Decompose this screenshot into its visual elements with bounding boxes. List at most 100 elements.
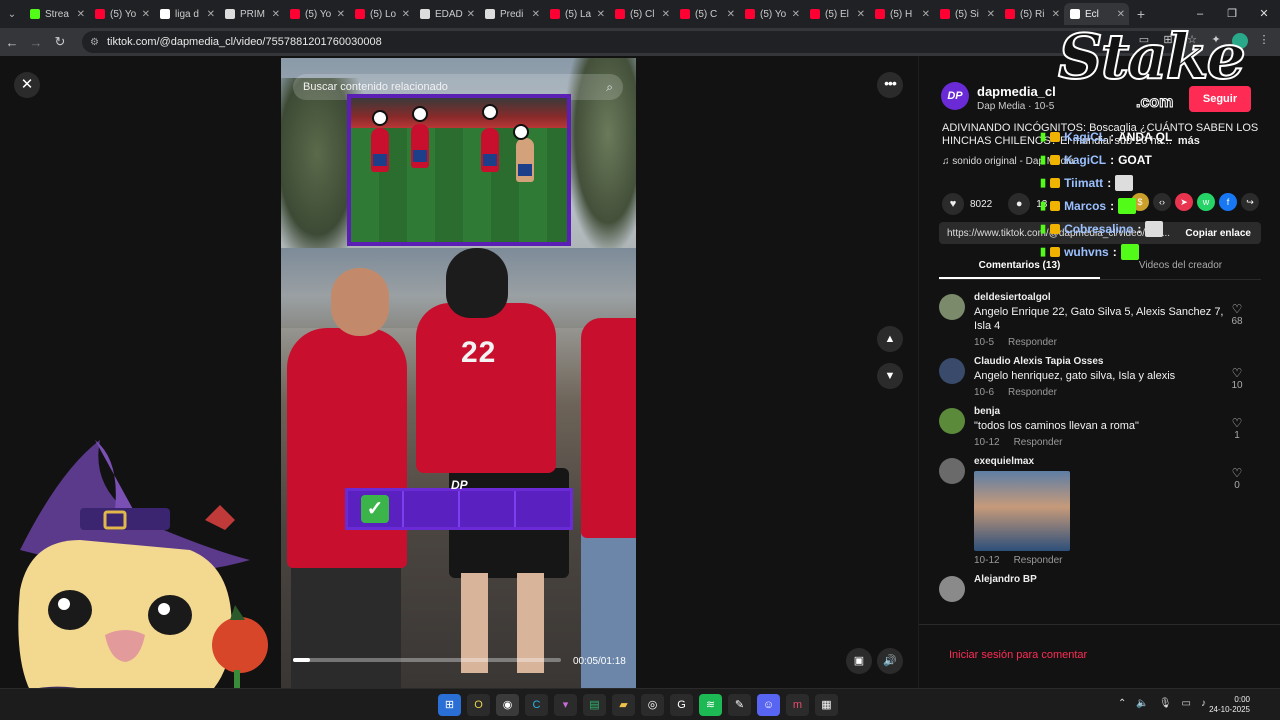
heart-icon[interactable]: ♡: [1227, 366, 1247, 380]
browser-tab[interactable]: (5) Yo ✕: [89, 3, 154, 25]
tab-close-icon[interactable]: ✕: [337, 9, 345, 20]
browser-tab[interactable]: (5) Yo ✕: [284, 3, 349, 25]
tab-close-icon[interactable]: ✕: [207, 9, 215, 20]
comment-text: Angelo henriquez, gato silva, Isla y ale…: [974, 370, 1176, 382]
discord-icon[interactable]: ☺: [757, 694, 780, 716]
tab-close-icon[interactable]: ✕: [662, 9, 670, 20]
comment-username[interactable]: deldesiertoalgol: [974, 292, 1224, 303]
tab-close-icon[interactable]: ✕: [272, 9, 280, 20]
heart-icon[interactable]: ♡: [1227, 416, 1247, 430]
ccleaner-icon[interactable]: C: [525, 694, 548, 716]
reply-button[interactable]: Responder: [1014, 437, 1063, 448]
browser-tab[interactable]: (5) Cl ✕: [609, 3, 674, 25]
mini-player-button[interactable]: ▣: [846, 648, 872, 674]
tab-close-icon[interactable]: ✕: [1052, 9, 1060, 20]
app-icon[interactable]: G: [670, 694, 693, 716]
browser-tab[interactable]: (5) La ✕: [544, 3, 609, 25]
reply-button[interactable]: Responder: [1014, 555, 1063, 566]
close-video-button[interactable]: ✕: [14, 72, 40, 98]
comment-username[interactable]: Alejandro BP: [974, 574, 1224, 585]
opera-icon[interactable]: O: [467, 694, 490, 716]
browser-tab[interactable]: (5) El ✕: [804, 3, 869, 25]
more-options-button[interactable]: •••: [877, 72, 903, 98]
tab-search-icon[interactable]: ⌄: [0, 0, 24, 28]
like-heart-icon[interactable]: ♥: [942, 193, 964, 215]
comment-avatar[interactable]: [939, 294, 965, 320]
comment-like[interactable]: ♡ 1: [1227, 416, 1247, 441]
heart-icon[interactable]: ♡: [1227, 466, 1247, 480]
browser-tab[interactable]: EDAD ✕: [414, 3, 479, 25]
author-avatar[interactable]: DP: [941, 82, 969, 110]
comment-image[interactable]: [974, 471, 1070, 551]
comment-like[interactable]: ♡ 0: [1227, 466, 1247, 491]
tab-close-icon[interactable]: ✕: [402, 9, 410, 20]
browser-tab[interactable]: (5) Ri ✕: [999, 3, 1064, 25]
tab-close-icon[interactable]: ✕: [597, 9, 605, 20]
comment-like[interactable]: ♡ 68: [1227, 302, 1247, 327]
tab-close-icon[interactable]: ✕: [77, 9, 85, 20]
clock[interactable]: 0:00 24-10-2025: [1209, 695, 1250, 715]
tab-close-icon[interactable]: ✕: [142, 9, 150, 20]
browser-tab[interactable]: liga d ✕: [154, 3, 219, 25]
tab-close-icon[interactable]: ✕: [857, 9, 865, 20]
progress-bar[interactable]: [293, 658, 561, 662]
tab-close-icon[interactable]: ✕: [1117, 9, 1125, 20]
comment-username[interactable]: benja: [974, 406, 1224, 417]
tab-close-icon[interactable]: ✕: [467, 9, 475, 20]
browser-tab[interactable]: PRIM ✕: [219, 3, 284, 25]
reply-button[interactable]: Responder: [1008, 387, 1057, 398]
author-name[interactable]: dapmedia_cl: [977, 84, 1056, 99]
tab-close-icon[interactable]: ✕: [792, 9, 800, 20]
menu-icon[interactable]: ⋮: [1256, 33, 1272, 49]
browser-tab[interactable]: (5) Yo ✕: [739, 3, 804, 25]
comment-avatar[interactable]: [939, 408, 965, 434]
browser-tab[interactable]: Strea ✕: [24, 3, 89, 25]
volume-icon[interactable]: ♪: [1201, 698, 1206, 709]
volume-button[interactable]: 🔊: [877, 648, 903, 674]
start-icon[interactable]: ⊞: [438, 694, 461, 716]
browser-tab[interactable]: Predi ✕: [479, 3, 544, 25]
app-icon[interactable]: ✎: [728, 694, 751, 716]
comment-like[interactable]: ♡ 10: [1227, 366, 1247, 391]
comment-username[interactable]: exequielmax: [974, 456, 1224, 467]
obs-icon[interactable]: ◎: [641, 694, 664, 716]
search-icon[interactable]: ⌕: [606, 80, 613, 95]
document-app-icon[interactable]: ▤: [583, 694, 606, 716]
comment-avatar[interactable]: [939, 458, 965, 484]
browser-tab[interactable]: (5) H ✕: [869, 3, 934, 25]
back-icon[interactable]: ←: [0, 35, 24, 50]
calculator-icon[interactable]: ▦: [815, 694, 838, 716]
video-player[interactable]: Buscar contenido relacionado ⌕ 22 ✓ DP 0…: [281, 58, 636, 688]
heart-icon[interactable]: ♡: [1227, 302, 1247, 316]
browser-tab[interactable]: (5) Si ✕: [934, 3, 999, 25]
app-icon[interactable]: ▾: [554, 694, 577, 716]
tab-close-icon[interactable]: ✕: [987, 9, 995, 20]
browser-tab[interactable]: (5) C ✕: [674, 3, 739, 25]
next-video-button[interactable]: ▼: [877, 363, 903, 389]
comment-avatar[interactable]: [939, 358, 965, 384]
tab-close-icon[interactable]: ✕: [922, 9, 930, 20]
login-to-comment-link[interactable]: Iniciar sesión para comentar: [949, 649, 1087, 661]
tray-chevron-icon[interactable]: ⌃: [1118, 698, 1126, 709]
chrome-icon[interactable]: ◉: [496, 694, 519, 716]
browser-tab[interactable]: (5) Lo ✕: [349, 3, 414, 25]
app-icon[interactable]: m: [786, 694, 809, 716]
spotify-icon[interactable]: ≋: [699, 694, 722, 716]
comment-avatar[interactable]: [939, 576, 965, 602]
reload-icon[interactable]: ↻: [48, 34, 72, 50]
comment-bubble-icon[interactable]: ●: [1008, 193, 1031, 215]
comment-username[interactable]: Claudio Alexis Tapia Osses: [974, 356, 1224, 367]
tab-close-icon[interactable]: ✕: [727, 9, 735, 20]
speaker-icon[interactable]: 🔈: [1136, 698, 1148, 709]
mic-icon[interactable]: 🎙: [1159, 698, 1172, 709]
network-icon[interactable]: ▭: [1182, 698, 1191, 709]
site-info-icon[interactable]: ⚙: [90, 37, 99, 48]
share-arrow-icon[interactable]: ↪: [1241, 193, 1259, 211]
previous-video-button[interactable]: ▲: [877, 326, 903, 352]
forward-icon[interactable]: →: [24, 35, 48, 50]
url-field[interactable]: ⚙ tiktok.com/@dapmedia_cl/video/75578812…: [82, 31, 1182, 53]
tab-close-icon[interactable]: ✕: [532, 9, 540, 20]
reply-button[interactable]: Responder: [1008, 337, 1057, 348]
folder-icon[interactable]: ▰: [612, 694, 635, 716]
sub-badge-icon: [1050, 177, 1061, 188]
